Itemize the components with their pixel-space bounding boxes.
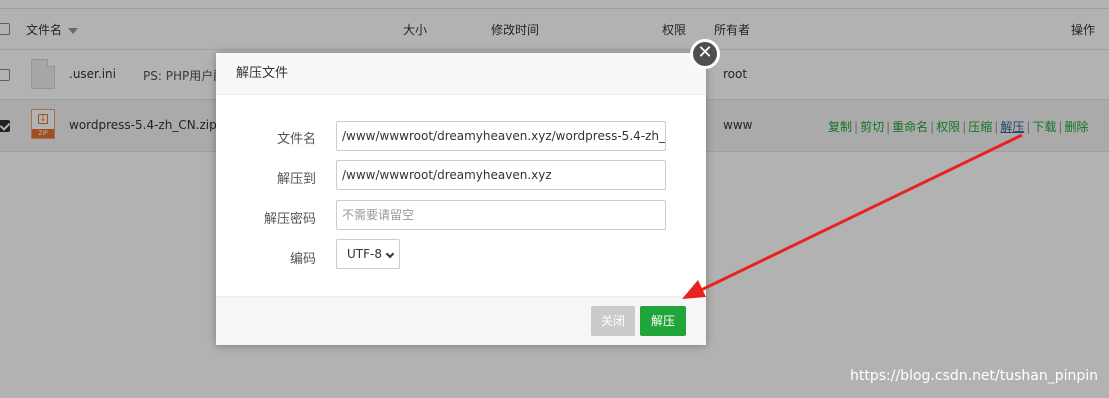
annotation-arrow-head bbox=[682, 280, 706, 299]
annotation-arrow-line bbox=[696, 133, 1023, 294]
annotation-arrow-icon bbox=[682, 133, 1023, 299]
watermark: https://blog.csdn.net/tushan_pinpin bbox=[850, 368, 1099, 384]
